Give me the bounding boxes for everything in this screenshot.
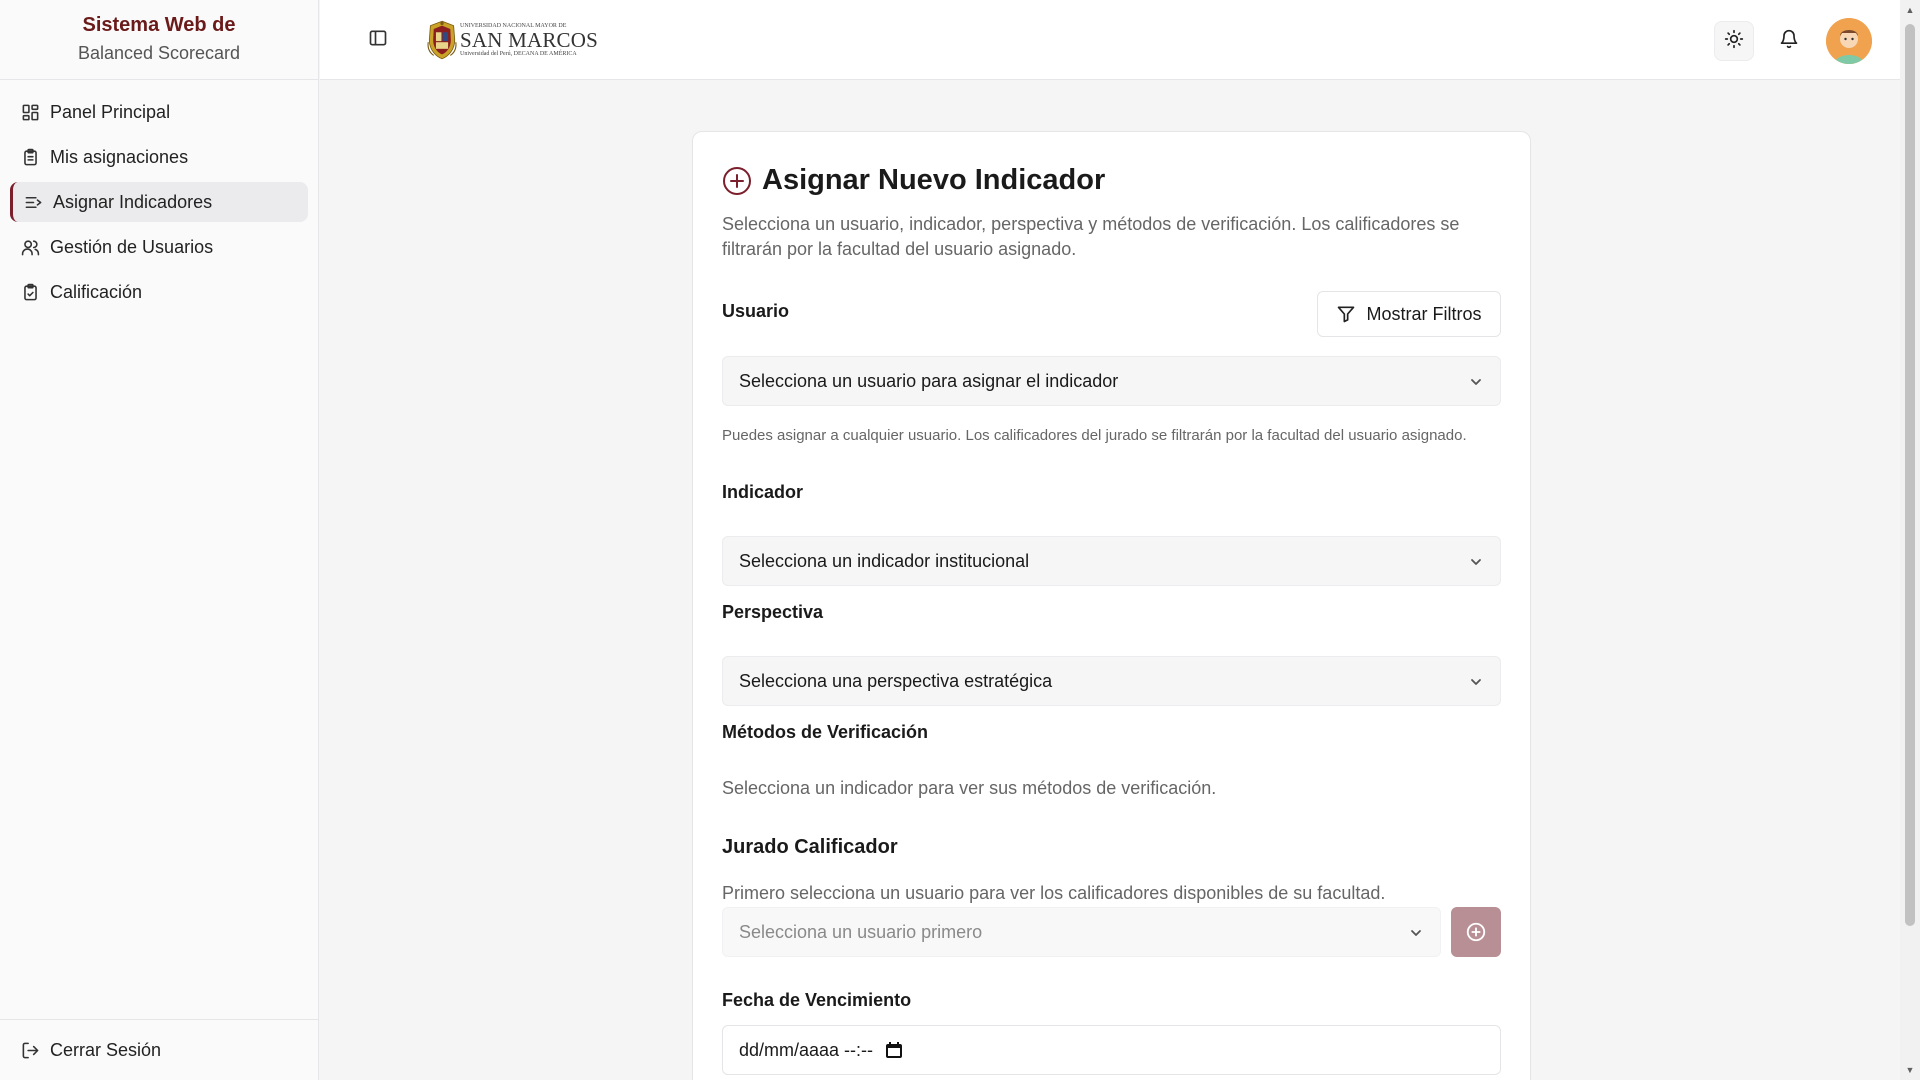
sidebar-footer: Cerrar Sesión [0, 1019, 318, 1080]
jurado-message: Primero selecciona un usuario para ver l… [722, 883, 1386, 903]
add-calificador-button[interactable] [1451, 907, 1501, 957]
logo-big-text: SAN MARCOS [460, 28, 598, 52]
calendar-icon[interactable] [885, 1041, 903, 1059]
indicador-select[interactable]: Selecciona un indicador institucional [722, 536, 1501, 586]
sidebar-item-calificacion[interactable]: Calificación [10, 272, 308, 312]
perspectiva-label: Perspectiva [722, 602, 824, 622]
crest-icon [427, 20, 457, 60]
page-scrollbar[interactable]: ▲ ▼ [1900, 0, 1920, 1080]
sidebar-item-label: Asignar Indicadores [53, 191, 213, 212]
notifications-button[interactable] [1769, 21, 1809, 61]
university-logo: UNIVERSIDAD NACIONAL MAYOR DE SAN MARCOS… [426, 4, 598, 76]
brand-subtitle: Balanced Scorecard [77, 43, 241, 63]
users-icon [20, 237, 40, 257]
scroll-up-arrow-icon[interactable]: ▲ [1900, 2, 1920, 18]
usuario-hint: Puedes asignar a cualquier usuario. Los … [722, 427, 1467, 444]
sidebar-item-label: Calificación [50, 281, 143, 302]
dashboard-icon [20, 102, 40, 122]
usuario-label: Usuario [722, 301, 790, 321]
sun-icon [1724, 29, 1744, 54]
bell-icon [1779, 29, 1799, 54]
usuario-select[interactable]: Selecciona un usuario para asignar el in… [722, 356, 1501, 406]
chevron-down-icon [1468, 374, 1484, 390]
clipboard-check-icon [20, 282, 40, 302]
logout-button[interactable]: Cerrar Sesión [10, 1030, 308, 1070]
fecha-input[interactable]: dd/mm/aaaa --:-- [722, 1025, 1501, 1075]
perspectiva-select[interactable]: Selecciona una perspectiva estratégica [722, 656, 1501, 706]
filter-icon [1338, 306, 1355, 323]
jurado-label: Jurado Calificador [722, 836, 898, 858]
topbar: UNIVERSIDAD NACIONAL MAYOR DE SAN MARCOS… [320, 0, 1900, 80]
chevron-down-icon [1468, 674, 1484, 690]
indicador-label: Indicador [722, 482, 804, 502]
sidebar-item-label: Gestión de Usuarios [50, 236, 214, 257]
jurado-select-value: Selecciona un usuario primero [739, 921, 983, 942]
scroll-down-arrow-icon[interactable]: ▼ [1900, 1062, 1920, 1078]
topbar-actions [1699, 18, 1872, 64]
logout-icon [20, 1040, 40, 1060]
plus-circle-icon [722, 166, 752, 196]
sidebar: Sistema Web de Balanced Scorecard Panel … [0, 0, 319, 1080]
fecha-label: Fecha de Vencimiento [722, 990, 912, 1010]
sidebar-toggle-icon [368, 28, 388, 53]
page-title: Asignar Nuevo Indicador [762, 164, 1106, 196]
scrollbar-thumb[interactable] [1905, 24, 1915, 926]
metodos-label: Métodos de Verificación [722, 722, 929, 742]
chevron-down-icon [1408, 925, 1424, 941]
fecha-value: dd/mm/aaaa --:-- [739, 1039, 874, 1060]
assign-indicator-card: Asignar Nuevo Indicador Selecciona un us… [692, 131, 1531, 1080]
sidebar-item-mis-asignaciones[interactable]: Mis asignaciones [10, 137, 308, 177]
logout-label: Cerrar Sesión [50, 1039, 162, 1060]
sidebar-nav: Panel Principal Mis asignaciones Asignar… [0, 80, 318, 312]
brand-title: Sistema Web de [82, 14, 236, 36]
usuario-select-value: Selecciona un usuario para asignar el in… [739, 370, 1119, 391]
list-indent-icon [23, 192, 43, 212]
show-filters-button[interactable]: Mostrar Filtros [1317, 291, 1501, 337]
clipboard-list-icon [20, 147, 40, 167]
jurado-select[interactable]: Selecciona un usuario primero [722, 907, 1441, 957]
page-description: Selecciona un usuario, indicador, perspe… [722, 214, 1460, 259]
avatar[interactable] [1826, 18, 1872, 64]
perspectiva-select-value: Selecciona una perspectiva estratégica [739, 670, 1053, 691]
show-filters-label: Mostrar Filtros [1366, 303, 1482, 324]
sidebar-item-panel-principal[interactable]: Panel Principal [10, 92, 308, 132]
chevron-down-icon [1468, 554, 1484, 570]
sidebar-item-asignar-indicadores[interactable]: Asignar Indicadores [10, 182, 308, 222]
indicador-select-value: Selecciona un indicador institucional [739, 550, 1030, 571]
theme-toggle-button[interactable] [1714, 21, 1754, 61]
metodos-message: Selecciona un indicador para ver sus mét… [722, 778, 1217, 798]
plus-circle-icon [1466, 922, 1486, 942]
sidebar-item-label: Panel Principal [50, 101, 171, 122]
sidebar-toggle-button[interactable] [362, 24, 394, 56]
sidebar-item-label: Mis asignaciones [50, 146, 189, 167]
brand: Sistema Web de Balanced Scorecard [0, 0, 318, 80]
sidebar-item-gestion-usuarios[interactable]: Gestión de Usuarios [10, 227, 308, 267]
